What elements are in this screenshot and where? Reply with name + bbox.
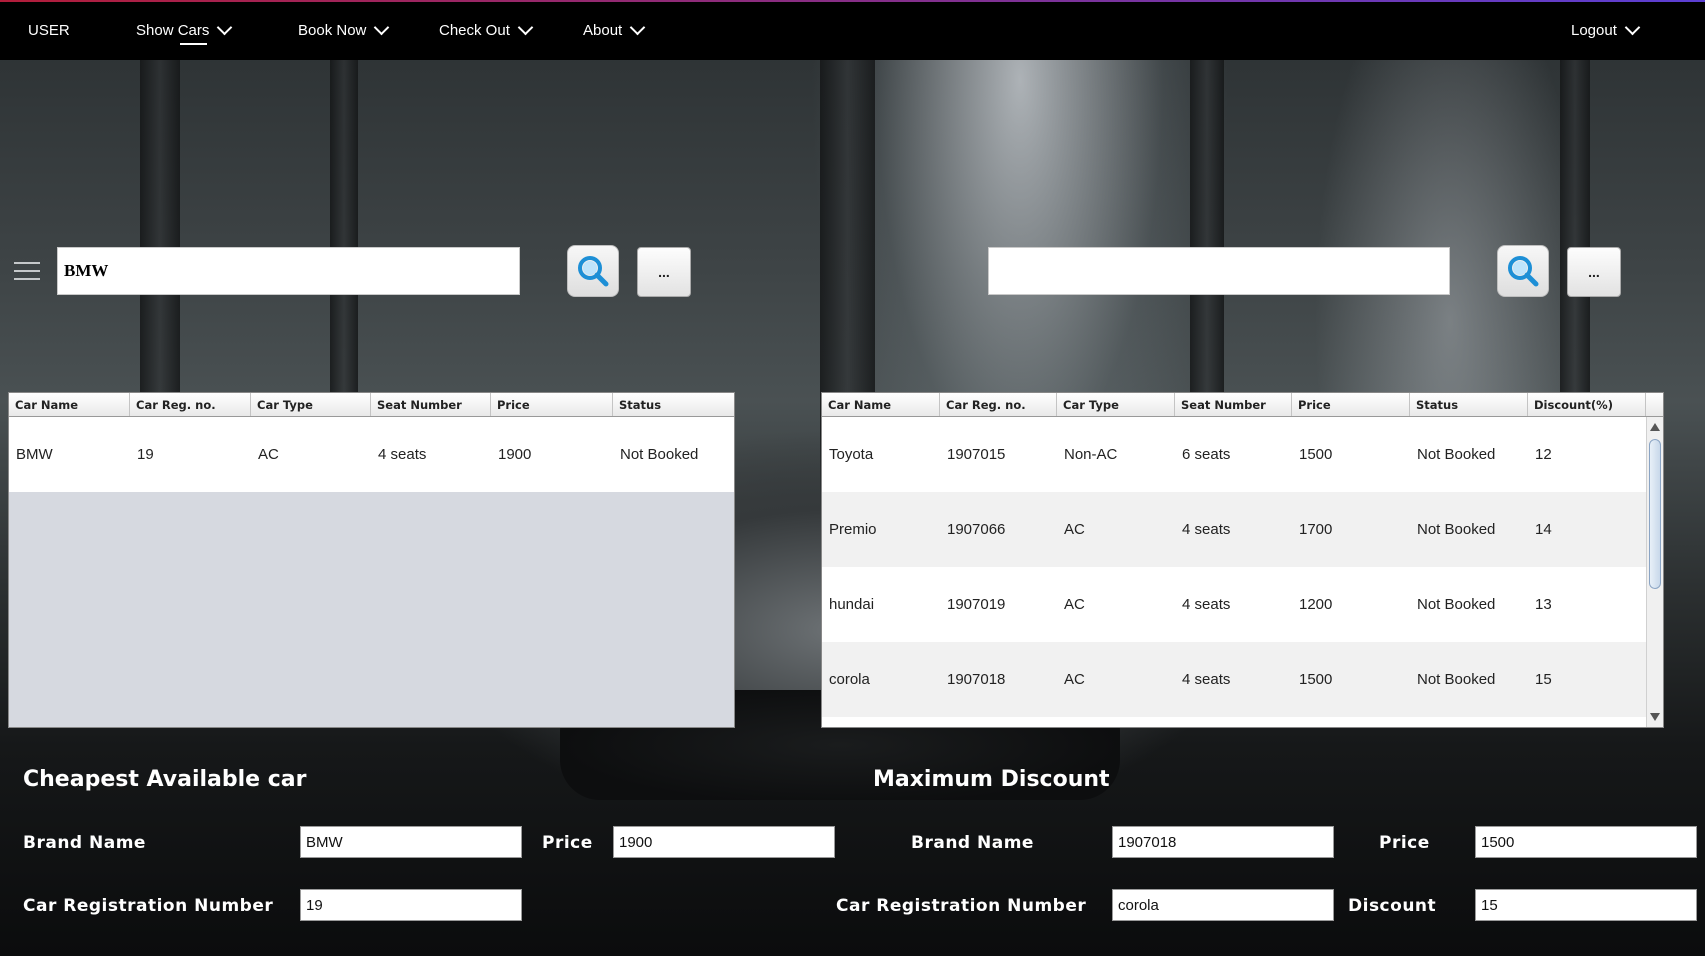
cell-price: 1700 <box>1299 521 1333 538</box>
cell-discount: 14 <box>1535 521 1552 538</box>
user-label[interactable]: USER <box>28 22 70 39</box>
cell-price: 1500 <box>1299 446 1333 463</box>
vertical-scrollbar[interactable] <box>1646 417 1663 727</box>
cell-car-type: AC <box>1064 596 1085 613</box>
table-row[interactable]: BMW 19 AC 4 seats 1900 Not Booked <box>9 417 734 492</box>
nav-book-now[interactable]: Book Now <box>298 19 390 39</box>
cell-status: Not Booked <box>1417 671 1496 688</box>
cell-discount: 12 <box>1535 446 1552 463</box>
scroll-up-icon[interactable] <box>1650 423 1660 431</box>
cell-car-type: AC <box>1064 671 1085 688</box>
cell-price: 1500 <box>1299 671 1333 688</box>
active-underline <box>180 43 207 45</box>
column-header[interactable]: Discount(%) <box>1528 393 1646 416</box>
top-nav-bar: USER Show Cars Book Now Check Out About … <box>0 0 1705 60</box>
max-discount-section-title: Maximum Discount <box>873 767 1110 792</box>
nav-check-out[interactable]: Check Out <box>439 19 534 39</box>
cell-car-name: Toyota <box>829 446 874 463</box>
cell-car-name: BMW <box>16 446 53 463</box>
more-button-right[interactable]: ... <box>1567 247 1621 297</box>
max-reg-field[interactable]: corola <box>1112 889 1334 921</box>
max-price-label: Price <box>1379 833 1430 853</box>
cell-reg-no: 1907066 <box>947 521 1006 538</box>
cheapest-brand-field[interactable]: BMW <box>300 826 522 858</box>
cell-status: Not Booked <box>1417 446 1496 463</box>
search-input-left[interactable] <box>57 247 520 295</box>
chevron-down-icon <box>1624 19 1641 36</box>
cell-seats: 4 seats <box>1182 671 1231 688</box>
chevron-down-icon <box>629 19 646 36</box>
scroll-down-icon[interactable] <box>1650 713 1660 721</box>
cell-seats: 4 seats <box>1182 596 1231 613</box>
max-brand-label: Brand Name <box>911 833 1034 853</box>
cheapest-price-field[interactable]: 1900 <box>613 826 835 858</box>
cell-discount: 13 <box>1535 596 1552 613</box>
cars-table-right: Car Name Car Reg. no. Car Type Seat Numb… <box>821 392 1664 728</box>
cell-reg-no: 1907015 <box>947 446 1006 463</box>
cell-car-name: corola <box>829 671 870 688</box>
column-header[interactable]: Car Name <box>822 393 940 416</box>
cell-reg-no: 1907018 <box>947 671 1006 688</box>
cheapest-price-label: Price <box>542 833 593 853</box>
chevron-down-icon <box>374 19 390 36</box>
cell-price: 1200 <box>1299 596 1333 613</box>
cheapest-section-title: Cheapest Available car <box>23 767 307 792</box>
table-header: Car Name Car Reg. no. Car Type Seat Numb… <box>9 393 734 417</box>
column-header[interactable]: Seat Number <box>371 393 491 416</box>
hamburger-menu-icon[interactable] <box>14 262 40 282</box>
cheapest-reg-field[interactable]: 19 <box>300 889 522 921</box>
max-reg-label: Car Registration Number <box>836 896 1087 916</box>
search-icon <box>1508 256 1539 287</box>
cell-status: Not Booked <box>1417 521 1496 538</box>
column-header[interactable]: Status <box>1410 393 1528 416</box>
cell-price: 1900 <box>498 446 532 463</box>
chevron-down-icon <box>217 19 233 36</box>
table-row[interactable]: corola 1907018 AC 4 seats 1500 Not Booke… <box>822 642 1663 717</box>
cell-reg-no: 19 <box>137 446 154 463</box>
table-row[interactable]: hundai 1907019 AC 4 seats 1200 Not Booke… <box>822 567 1663 642</box>
scroll-thumb[interactable] <box>1649 439 1661 589</box>
cell-seats: 4 seats <box>1182 521 1231 538</box>
column-header[interactable]: Car Reg. no. <box>130 393 251 416</box>
column-header[interactable]: Car Type <box>1057 393 1175 416</box>
cell-car-name: Premio <box>829 521 877 538</box>
cell-car-type: AC <box>1064 521 1085 538</box>
chevron-down-icon <box>517 19 534 36</box>
cell-seats: 6 seats <box>1182 446 1231 463</box>
cheapest-reg-label: Car Registration Number <box>23 896 274 916</box>
search-button-left[interactable] <box>567 245 619 297</box>
max-price-field[interactable]: 1500 <box>1475 826 1697 858</box>
column-header[interactable]: Seat Number <box>1175 393 1292 416</box>
column-header[interactable]: Car Reg. no. <box>940 393 1057 416</box>
max-discount-field[interactable]: 15 <box>1475 889 1697 921</box>
cell-reg-no: 1907019 <box>947 596 1006 613</box>
search-input-right[interactable] <box>988 247 1450 295</box>
column-header[interactable]: Price <box>1292 393 1410 416</box>
cell-status: Not Booked <box>620 446 699 463</box>
cheapest-brand-label: Brand Name <box>23 833 146 853</box>
cell-car-type: AC <box>258 446 279 463</box>
column-header[interactable]: Status <box>613 393 734 416</box>
nav-logout[interactable]: Logout <box>1571 19 1641 39</box>
more-button-left[interactable]: ... <box>637 247 691 297</box>
cars-table-left: Car Name Car Reg. no. Car Type Seat Numb… <box>8 392 735 728</box>
cell-status: Not Booked <box>1417 596 1496 613</box>
column-header[interactable]: Car Name <box>9 393 130 416</box>
search-button-right[interactable] <box>1497 245 1549 297</box>
cell-car-name: hundai <box>829 596 875 613</box>
column-header[interactable]: Price <box>491 393 613 416</box>
table-header: Car Name Car Reg. no. Car Type Seat Numb… <box>822 393 1663 417</box>
nav-show-cars[interactable]: Show Cars <box>136 19 233 45</box>
table-row[interactable]: Toyota 1907015 Non-AC 6 seats 1500 Not B… <box>822 417 1663 492</box>
cell-seats: 4 seats <box>378 446 427 463</box>
table-row[interactable]: Premio 1907066 AC 4 seats 1700 Not Booke… <box>822 492 1663 567</box>
max-brand-field[interactable]: 1907018 <box>1112 826 1334 858</box>
nav-about[interactable]: About <box>583 19 646 39</box>
column-header[interactable]: Car Type <box>251 393 371 416</box>
search-icon <box>578 256 609 287</box>
cell-discount: 15 <box>1535 671 1552 688</box>
cell-car-type: Non-AC <box>1064 446 1118 463</box>
max-discount-label: Discount <box>1348 896 1437 916</box>
